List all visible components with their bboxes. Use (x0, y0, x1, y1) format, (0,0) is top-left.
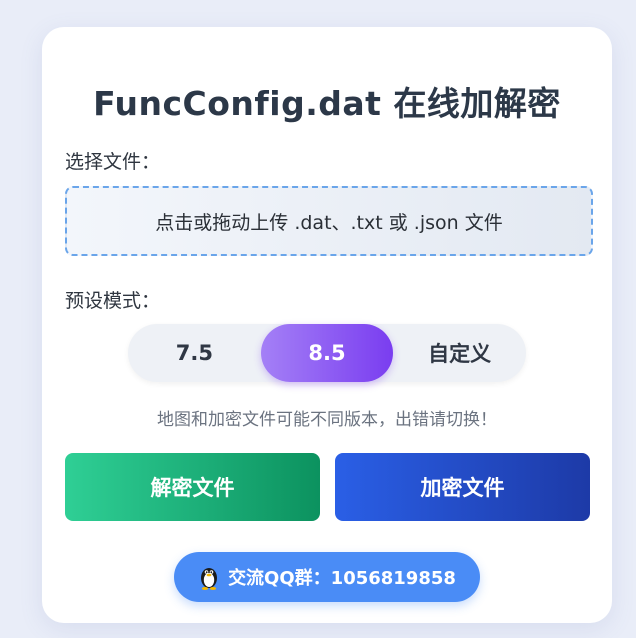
penguin-icon (198, 564, 220, 590)
encrypt-button[interactable]: 加密文件 (335, 453, 590, 521)
qq-group-button[interactable]: 交流QQ群：1056819858 (174, 552, 480, 602)
preset-label: 预设模式： (65, 290, 161, 312)
preset-selector: 7.5 8.5 自定义 (128, 324, 526, 382)
file-dropzone[interactable]: 点击或拖动上传 .dat、.txt 或 .json 文件 (65, 186, 593, 256)
file-label: 选择文件： (65, 151, 161, 173)
main-card: FuncConfig.dat 在线加解密 选择文件： 点击或拖动上传 .dat、… (42, 27, 612, 623)
qq-group-label: 交流QQ群：1056819858 (228, 568, 456, 589)
decrypt-button[interactable]: 解密文件 (65, 453, 320, 521)
preset-option-8-5[interactable]: 8.5 (260, 324, 394, 382)
version-hint: 地图和加密文件可能不同版本，出错请切换！ (157, 410, 497, 430)
preset-option-7-5[interactable]: 7.5 (128, 324, 261, 382)
page-title: FuncConfig.dat 在线加解密 (93, 84, 561, 123)
dropzone-text: 点击或拖动上传 .dat、.txt 或 .json 文件 (155, 211, 503, 234)
preset-option-custom[interactable]: 自定义 (393, 324, 526, 382)
